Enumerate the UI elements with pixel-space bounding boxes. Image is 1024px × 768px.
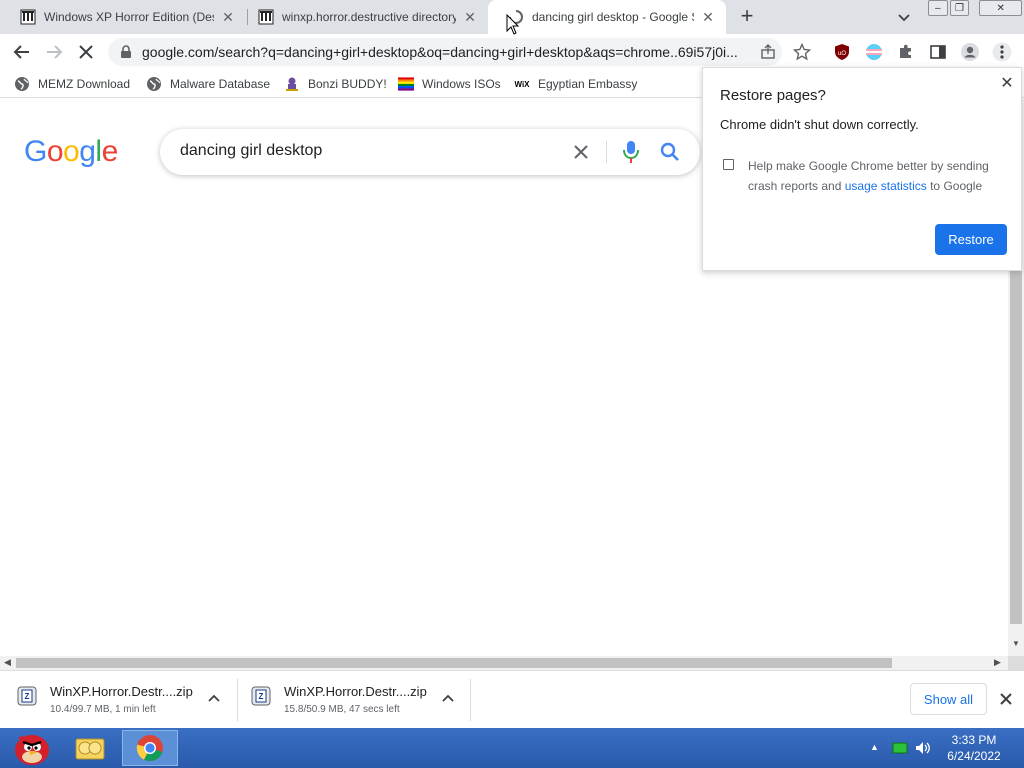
mouse-cursor-icon — [506, 13, 520, 41]
window-controls: ‒ ❐ ✕ — [928, 0, 1024, 18]
bookmark-label: Bonzi BUDDY! — [308, 77, 387, 91]
forward-button[interactable] — [42, 40, 66, 64]
back-button[interactable] — [10, 40, 34, 64]
bookmark-malware-database[interactable]: Malware Database — [146, 74, 270, 94]
url-text[interactable]: google.com/search?q=dancing+girl+desktop… — [142, 44, 752, 60]
taskbar: ▲ 3:33 PM 6/24/2022 — [0, 728, 1024, 768]
angry-birds-icon[interactable] — [2, 730, 58, 766]
download-item[interactable]: Z WinXP.Horror.Destr....zip 15.8/50.9 MB… — [250, 679, 470, 721]
download-filename: WinXP.Horror.Destr....zip — [50, 684, 193, 699]
bookmark-memz-download[interactable]: MEMZ Download — [14, 74, 130, 94]
wix-icon: WiX — [514, 79, 530, 89]
vertical-scroll-thumb[interactable] — [1010, 269, 1022, 624]
tab-title: winxp.horror.destructive directory — [282, 10, 456, 24]
bookmark-label: Malware Database — [170, 77, 271, 91]
restore-button[interactable]: Restore — [935, 224, 1007, 255]
close-dialog-icon[interactable]: ✕ — [999, 76, 1015, 92]
scroll-left-arrow-icon[interactable]: ◀ — [4, 657, 11, 668]
minimize-button[interactable]: ‒ — [928, 0, 948, 16]
scroll-down-arrow-icon[interactable]: ▼ — [1012, 639, 1020, 648]
usage-statistics-link[interactable]: usage statistics — [845, 179, 927, 193]
microphone-icon[interactable] — [620, 139, 642, 165]
lock-icon[interactable] — [120, 45, 132, 64]
download-shelf: Z WinXP.Horror.Destr....zip 10.4/99.7 MB… — [0, 670, 1024, 728]
close-shelf-icon[interactable] — [998, 691, 1014, 707]
bookmark-label: MEMZ Download — [38, 77, 131, 91]
ublock-origin-icon[interactable]: uO — [832, 42, 852, 62]
globe-icon — [14, 76, 30, 92]
scroll-right-arrow-icon[interactable]: ▶ — [994, 657, 1001, 668]
clock-time: 3:33 PM — [951, 733, 997, 747]
horizontal-scroll-thumb[interactable] — [16, 658, 892, 668]
search-input[interactable]: dancing girl desktop — [180, 142, 322, 160]
svg-text:Z: Z — [259, 692, 264, 701]
share-icon[interactable] — [760, 44, 776, 65]
tab-google-search[interactable]: dancing girl desktop - Google Search ✕ — [488, 0, 726, 34]
new-tab-button[interactable]: + — [736, 5, 758, 28]
globe-icon — [146, 76, 162, 92]
tab-windows-xp-horror[interactable]: Windows XP Horror Edition (Destructive ✕ — [0, 0, 246, 34]
bookmark-windows-isos[interactable]: Windows ISOs — [398, 74, 501, 94]
download-item[interactable]: Z WinXP.Horror.Destr....zip 10.4/99.7 MB… — [16, 679, 238, 721]
crash-report-checkbox[interactable] — [723, 159, 734, 170]
shelf-separator — [470, 679, 471, 721]
zip-file-icon: Z — [250, 685, 272, 707]
profile-avatar-icon[interactable] — [960, 42, 980, 62]
show-hidden-icons-icon[interactable]: ▲ — [870, 742, 879, 752]
zip-file-icon: Z — [16, 685, 38, 707]
volume-icon[interactable] — [914, 740, 932, 761]
checkbox-text-end: to Google — [926, 179, 983, 193]
rainbow-flag-icon — [398, 76, 414, 92]
chrome-menu-icon[interactable] — [992, 42, 1012, 62]
download-filename: WinXP.Horror.Destr....zip — [284, 684, 427, 699]
bookmark-egyptian-embassy[interactable]: WiX Egyptian Embassy — [514, 74, 637, 94]
search-box[interactable]: dancing girl desktop — [160, 129, 700, 175]
tab-title: dancing girl desktop - Google Search — [532, 10, 694, 24]
svg-text:uO: uO — [838, 51, 846, 57]
restore-window-button[interactable]: ❐ — [949, 0, 970, 16]
search-icon[interactable] — [658, 140, 682, 164]
bookmark-label: Windows ISOs — [422, 77, 501, 91]
stop-loading-button[interactable] — [74, 40, 98, 64]
chevron-up-icon[interactable] — [206, 691, 222, 707]
tab-title: Windows XP Horror Edition (Destructive — [44, 10, 214, 24]
chrome-icon[interactable] — [122, 730, 178, 766]
google-logo[interactable]: Google — [24, 135, 118, 169]
tab-winxp-directory[interactable]: winxp.horror.destructive directory ✕ — [238, 0, 488, 34]
chevron-up-icon[interactable] — [440, 691, 456, 707]
tab-search-chevron-icon[interactable] — [896, 9, 912, 25]
close-tab-icon[interactable]: ✕ — [700, 9, 716, 25]
bookmark-label: Egyptian Embassy — [538, 77, 638, 91]
restore-pages-dialog: Restore pages? ✕ Chrome didn't shut down… — [702, 67, 1022, 271]
folder-icon[interactable] — [62, 730, 118, 766]
close-window-button[interactable]: ✕ — [979, 0, 1022, 16]
bookmark-star-icon[interactable] — [792, 42, 812, 62]
museum-icon — [20, 9, 36, 25]
search-divider — [606, 141, 607, 163]
bonzi-icon — [284, 76, 300, 92]
download-status: 15.8/50.9 MB, 47 secs left — [284, 704, 400, 715]
checkbox-label: Help make Google Chrome better by sendin… — [748, 156, 1008, 196]
side-panel-icon[interactable] — [928, 42, 948, 62]
svg-text:Z: Z — [25, 692, 30, 701]
clear-search-icon[interactable] — [570, 141, 592, 163]
clock-date: 6/24/2022 — [947, 749, 1001, 763]
system-clock[interactable]: 3:33 PM 6/24/2022 — [932, 732, 1016, 764]
bookmark-bonzi-buddy[interactable]: Bonzi BUDDY! — [284, 74, 387, 94]
dialog-title: Restore pages? — [720, 87, 826, 104]
show-all-button[interactable]: Show all — [910, 683, 987, 715]
network-icon[interactable] — [892, 740, 908, 761]
shelf-separator — [237, 679, 238, 721]
close-tab-icon[interactable]: ✕ — [462, 9, 478, 25]
scrollbar-corner — [1008, 656, 1024, 670]
museum-icon — [258, 9, 274, 25]
trans-flag-extension-icon[interactable] — [864, 42, 884, 62]
horizontal-scrollbar[interactable]: ◀ ▶ — [0, 656, 1008, 670]
extensions-puzzle-icon[interactable] — [896, 42, 916, 62]
address-bar[interactable]: google.com/search?q=dancing+girl+desktop… — [108, 38, 782, 66]
download-status: 10.4/99.7 MB, 1 min left — [50, 704, 156, 715]
close-tab-icon[interactable]: ✕ — [220, 9, 236, 25]
dialog-message: Chrome didn't shut down correctly. — [720, 117, 919, 132]
